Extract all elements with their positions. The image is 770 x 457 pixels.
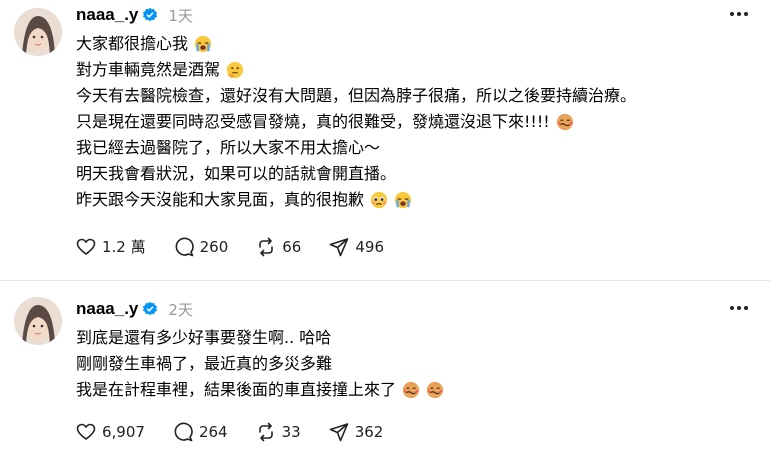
text-line-content: 昨天跟今天沒能和大家見面，真的很抱歉 xyxy=(76,190,365,209)
post-header: naaa_.y 2天 xyxy=(76,298,193,320)
nauseated-face-icon xyxy=(426,381,444,399)
post-1: naaa_.y 1天 大家都很擔心我 對方車輛竟然是酒駕 今天有去醫院檢查，還好… xyxy=(0,0,770,280)
comment-icon xyxy=(175,237,194,256)
share-button[interactable]: 496 xyxy=(329,237,384,257)
share-button[interactable]: 362 xyxy=(329,422,384,442)
text-line-content: 我是在計程車裡，結果後面的車直接撞上來了 xyxy=(76,380,397,399)
text-line: 只是現在還要同時忍受感冒發燒，真的很難受，發燒還沒退下來!!!! xyxy=(76,109,636,135)
text-line: 明天我會看狀況，如果可以的話就會開直播。 xyxy=(76,161,636,187)
text-line-content: 明天我會看狀況，如果可以的話就會開直播。 xyxy=(76,164,397,183)
like-button[interactable]: 1.2 萬 xyxy=(76,236,146,257)
text-line: 今天有去醫院檢查，還好沒有大問題，但因為脖子很痛，所以之後要持續治療。 xyxy=(76,83,636,109)
pleading-face-icon xyxy=(370,191,388,209)
repost-icon xyxy=(259,237,274,256)
text-line-content: 只是現在還要同時忍受感冒發燒，真的很難受，發燒還沒退下來!!!! xyxy=(76,112,550,131)
nauseated-face-icon xyxy=(556,113,573,131)
avatar[interactable] xyxy=(14,8,62,56)
post-actions: 6,907 264 33 362 xyxy=(76,422,411,442)
repost-icon xyxy=(258,422,273,442)
text-line-content: 今天有去醫院檢查，還好沒有大問題，但因為脖子很痛，所以之後要持續治療。 xyxy=(76,86,637,105)
verified-badge-icon xyxy=(143,7,158,22)
more-options-icon[interactable] xyxy=(728,300,750,316)
send-icon xyxy=(330,237,349,256)
post-text: 大家都很擔心我 對方車輛竟然是酒駕 今天有去醫院檢查，還好沒有大問題，但因為脖子… xyxy=(76,31,636,213)
repost-count: 33 xyxy=(281,423,301,441)
comment-button[interactable]: 260 xyxy=(174,237,229,257)
text-line-content: 大家都很擔心我 xyxy=(76,34,189,53)
thinking-face-icon xyxy=(226,61,244,79)
heart-icon xyxy=(76,238,96,255)
username[interactable]: naaa_.y xyxy=(76,299,138,319)
text-line: 我已經去過醫院了，所以大家不用太擔心～ xyxy=(76,135,636,161)
send-icon xyxy=(329,423,348,442)
post-divider xyxy=(0,280,770,281)
text-line: 到底是還有多少好事要發生啊.. 哈哈 xyxy=(76,325,444,351)
more-options-icon[interactable] xyxy=(728,6,750,22)
text-line: 剛剛發生車禍了，最近真的多災多難 xyxy=(76,351,444,377)
text-line: 大家都很擔心我 xyxy=(76,31,636,57)
comment-count: 264 xyxy=(198,423,228,441)
like-count: 1.2 萬 xyxy=(102,238,146,256)
post-header: naaa_.y 1天 xyxy=(76,4,193,26)
post-time: 1天 xyxy=(168,6,193,25)
verified-badge-icon xyxy=(143,301,158,316)
comment-button[interactable]: 264 xyxy=(173,422,228,442)
post-text: 到底是還有多少好事要發生啊.. 哈哈 剛剛發生車禍了，最近真的多災多難 我是在計… xyxy=(76,325,444,403)
text-line-content: 我已經去過醫院了，所以大家不用太擔心～ xyxy=(76,138,381,157)
text-line: 我是在計程車裡，結果後面的車直接撞上來了 xyxy=(76,377,444,403)
crying-face-icon xyxy=(194,35,212,53)
avatar[interactable] xyxy=(14,297,62,345)
comment-count: 260 xyxy=(199,237,229,256)
heart-icon xyxy=(76,423,96,440)
crying-face-icon xyxy=(394,191,412,209)
text-line-content: 剛剛發生車禍了，最近真的多災多難 xyxy=(76,354,333,373)
repost-button[interactable]: 33 xyxy=(256,422,301,442)
text-line-content: 到底是還有多少好事要發生啊.. 哈哈 xyxy=(76,328,332,347)
text-line: 對方車輛竟然是酒駕 xyxy=(76,57,636,83)
like-button[interactable]: 6,907 xyxy=(76,422,145,442)
post-time: 2天 xyxy=(168,300,193,319)
repost-button[interactable]: 66 xyxy=(256,237,301,257)
post-2: naaa_.y 2天 到底是還有多少好事要發生啊.. 哈哈 剛剛發生車禍了，最近… xyxy=(0,294,770,457)
repost-count: 66 xyxy=(282,237,302,256)
share-count: 496 xyxy=(355,237,384,256)
comment-icon xyxy=(174,422,193,442)
username[interactable]: naaa_.y xyxy=(76,5,138,25)
text-line-content: 對方車輛竟然是酒駕 xyxy=(76,60,221,79)
text-line: 昨天跟今天沒能和大家見面，真的很抱歉 xyxy=(76,187,636,213)
nauseated-face-icon xyxy=(402,381,420,399)
like-count: 6,907 xyxy=(102,423,145,441)
post-actions: 1.2 萬 260 66 496 xyxy=(76,236,412,257)
share-count: 362 xyxy=(354,423,384,441)
